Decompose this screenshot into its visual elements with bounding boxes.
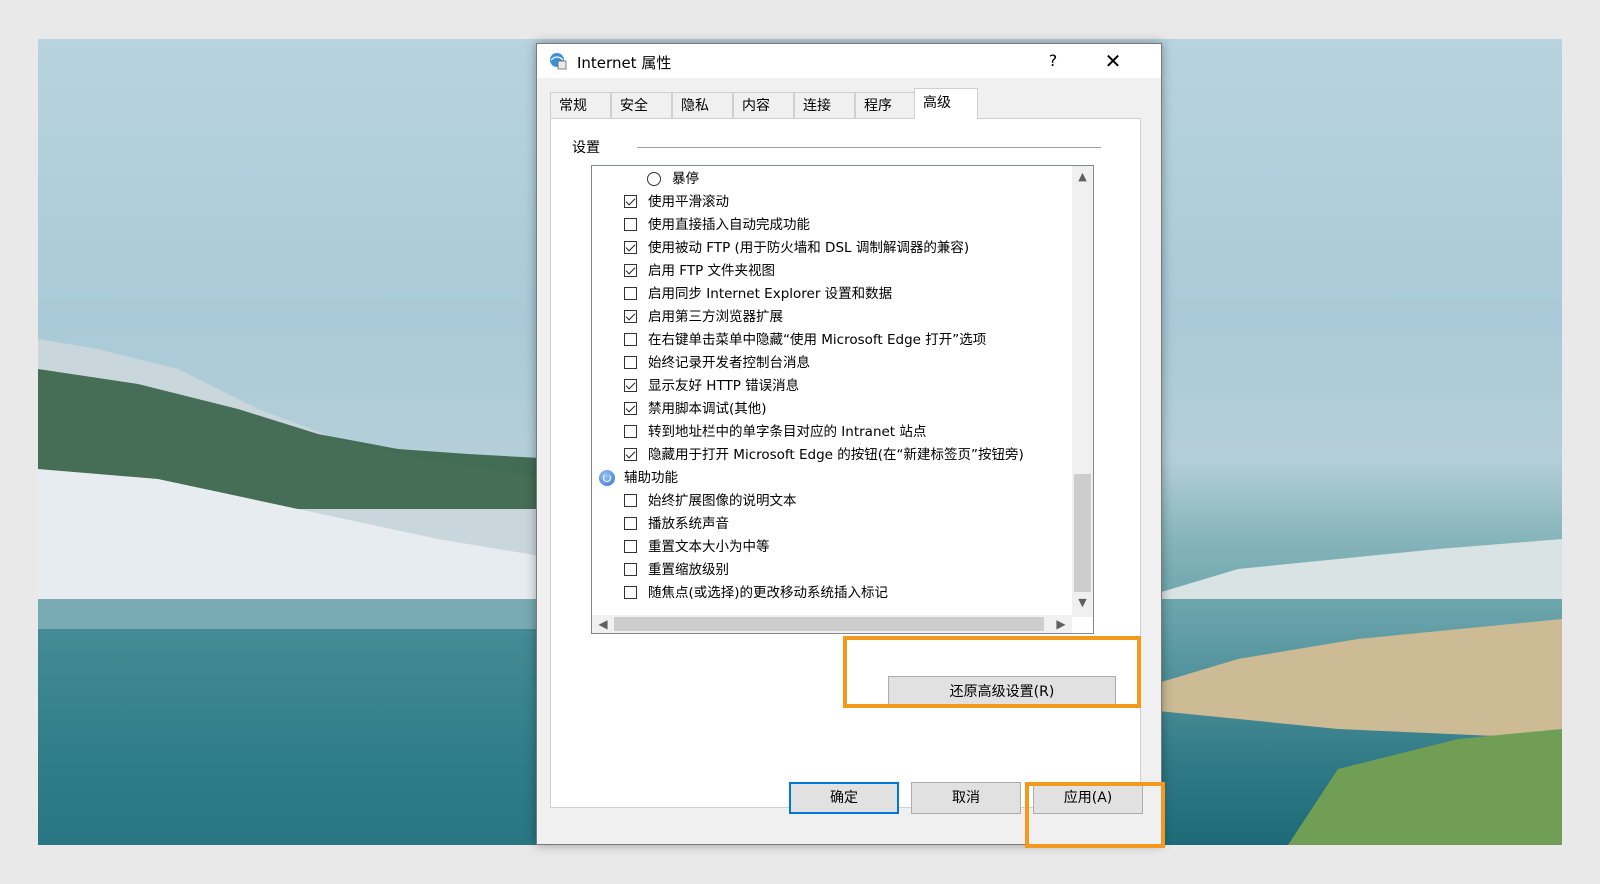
settings-item[interactable]: 转到地址栏中的单字条目对应的 Intranet 站点	[592, 421, 1072, 444]
checkbox-unchecked[interactable]	[624, 540, 637, 553]
internet-properties-dialog: Internet 属性 ? ✕ 常规 安全 隐私 内容 连接 程序 高级 设置 …	[536, 43, 1162, 845]
tab-advanced[interactable]: 高级	[914, 88, 978, 119]
settings-item[interactable]: 重置缩放级别	[592, 559, 1072, 582]
checkbox-unchecked[interactable]	[624, 356, 637, 369]
checkbox-unchecked[interactable]	[624, 517, 637, 530]
settings-list[interactable]: 暴停使用平滑滚动使用直接插入自动完成功能使用被动 FTP (用于防火墙和 DSL…	[591, 165, 1094, 634]
scroll-up-icon[interactable]: ▲	[1072, 168, 1093, 186]
settings-item-label: 始终扩展图像的说明文本	[648, 493, 797, 509]
settings-group-label: 设置	[572, 140, 600, 156]
settings-item[interactable]: 在右键单击菜单中隐藏“使用 Microsoft Edge 打开”选项	[592, 329, 1072, 352]
settings-item[interactable]: 暴停	[592, 168, 1072, 191]
settings-item[interactable]: 播放系统声音	[592, 513, 1072, 536]
settings-item[interactable]: 使用直接插入自动完成功能	[592, 214, 1072, 237]
checkbox-unchecked[interactable]	[624, 563, 637, 576]
checkbox-checked[interactable]	[624, 448, 637, 461]
highlight-box-apply	[1025, 782, 1165, 848]
checkbox-checked[interactable]	[624, 310, 637, 323]
settings-item[interactable]: 隐藏用于打开 Microsoft Edge 的按钮(在“新建标签页”按钮旁)	[592, 444, 1072, 467]
settings-item[interactable]: 启用 FTP 文件夹视图	[592, 260, 1072, 283]
settings-item[interactable]: 启用同步 Internet Explorer 设置和数据	[592, 283, 1072, 306]
settings-item[interactable]: 重置文本大小为中等	[592, 536, 1072, 559]
settings-item-label: 启用同步 Internet Explorer 设置和数据	[648, 286, 893, 302]
group-divider	[637, 147, 1101, 148]
vertical-scroll-thumb[interactable]	[1074, 474, 1091, 592]
settings-item-label: 在右键单击菜单中隐藏“使用 Microsoft Edge 打开”选项	[648, 332, 987, 348]
accessibility-icon	[599, 470, 615, 486]
internet-options-icon	[550, 53, 567, 70]
tab-general[interactable]: 常规	[550, 92, 611, 118]
settings-item-label: 显示友好 HTTP 错误消息	[648, 378, 800, 394]
checkbox-unchecked[interactable]	[624, 287, 637, 300]
settings-item-label: 使用平滑滚动	[648, 194, 729, 210]
settings-item[interactable]: 随焦点(或选择)的更改移动系统插入标记	[592, 582, 1072, 605]
settings-item[interactable]: 始终记录开发者控制台消息	[592, 352, 1072, 375]
settings-group-header[interactable]: 辅助功能	[592, 467, 1072, 490]
checkbox-unchecked[interactable]	[624, 218, 637, 231]
settings-item-label: 辅助功能	[624, 470, 678, 486]
scroll-left-icon[interactable]: ◀	[594, 615, 612, 633]
close-button[interactable]: ✕	[1085, 46, 1141, 76]
window-title: Internet 属性	[577, 54, 672, 72]
checkbox-unchecked[interactable]	[624, 333, 637, 346]
settings-item[interactable]: 使用被动 FTP (用于防火墙和 DSL 调制解调器的兼容)	[592, 237, 1072, 260]
settings-item-label: 重置缩放级别	[648, 562, 729, 578]
settings-item-label: 随焦点(或选择)的更改移动系统插入标记	[648, 585, 889, 601]
checkbox-checked[interactable]	[624, 264, 637, 277]
tab-security[interactable]: 安全	[611, 92, 672, 118]
tab-content[interactable]: 内容	[733, 92, 794, 118]
ok-button[interactable]: 确定	[789, 782, 899, 814]
scroll-right-icon[interactable]: ▶	[1052, 615, 1070, 633]
settings-item-label: 转到地址栏中的单字条目对应的 Intranet 站点	[648, 424, 927, 440]
scroll-down-icon[interactable]: ▼	[1072, 594, 1093, 612]
settings-item[interactable]: 禁用脚本调试(其他)	[592, 398, 1072, 421]
checkbox-unchecked[interactable]	[624, 586, 637, 599]
horizontal-scroll-thumb[interactable]	[614, 617, 1044, 631]
settings-item-label: 使用被动 FTP (用于防火墙和 DSL 调制解调器的兼容)	[648, 240, 970, 256]
settings-item[interactable]: 使用平滑滚动	[592, 191, 1072, 214]
checkbox-checked[interactable]	[624, 379, 637, 392]
title-bar[interactable]: Internet 属性 ? ✕	[537, 44, 1161, 78]
tab-privacy[interactable]: 隐私	[672, 92, 733, 118]
tab-programs[interactable]: 程序	[855, 92, 916, 118]
settings-item-label: 始终记录开发者控制台消息	[648, 355, 810, 371]
settings-item-label: 启用第三方浏览器扩展	[648, 309, 783, 325]
tab-connections[interactable]: 连接	[794, 92, 855, 118]
highlight-box-restore	[843, 636, 1141, 708]
checkbox-checked[interactable]	[624, 241, 637, 254]
checkbox-checked[interactable]	[624, 402, 637, 415]
vertical-scrollbar[interactable]: ▲ ▼	[1072, 166, 1093, 617]
help-button[interactable]: ?	[1031, 46, 1075, 76]
settings-item-label: 重置文本大小为中等	[648, 539, 770, 555]
cancel-button[interactable]: 取消	[911, 782, 1021, 814]
settings-item[interactable]: 始终扩展图像的说明文本	[592, 490, 1072, 513]
settings-item-label: 暴停	[672, 171, 699, 187]
checkbox-unchecked[interactable]	[624, 494, 637, 507]
settings-item-label: 禁用脚本调试(其他)	[648, 401, 767, 417]
settings-item-label: 使用直接插入自动完成功能	[648, 217, 810, 233]
settings-item[interactable]: 显示友好 HTTP 错误消息	[592, 375, 1072, 398]
settings-item-label: 隐藏用于打开 Microsoft Edge 的按钮(在“新建标签页”按钮旁)	[648, 447, 1024, 463]
tab-strip: 常规 安全 隐私 内容 连接 程序 高级	[550, 88, 1150, 119]
settings-item-label: 启用 FTP 文件夹视图	[648, 263, 775, 279]
checkbox-checked[interactable]	[624, 195, 637, 208]
settings-item-label: 播放系统声音	[648, 516, 729, 532]
checkbox-unchecked[interactable]	[624, 425, 637, 438]
horizontal-scrollbar[interactable]: ◀ ▶	[592, 615, 1072, 633]
radio-button[interactable]	[647, 172, 661, 186]
settings-item[interactable]: 启用第三方浏览器扩展	[592, 306, 1072, 329]
